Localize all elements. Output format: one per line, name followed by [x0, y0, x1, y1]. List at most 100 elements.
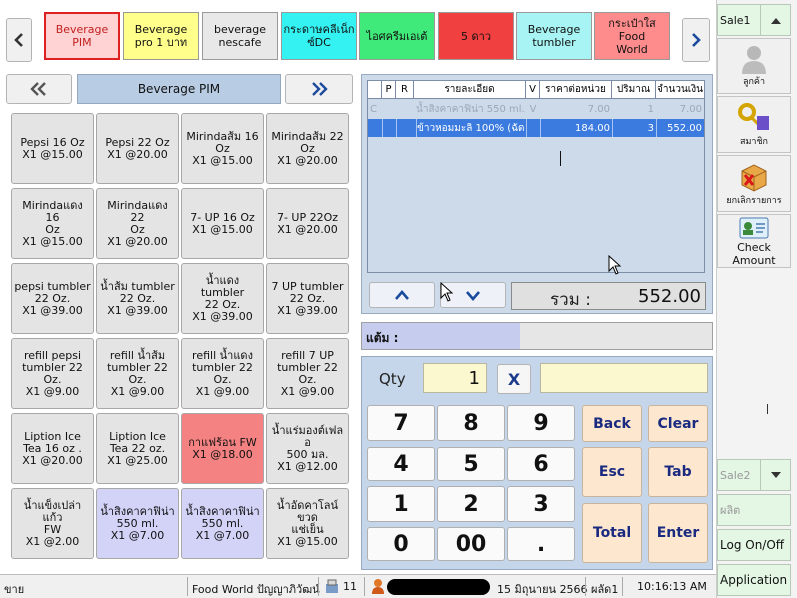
product-button[interactable]: น้ำส้ม tumbler 22 Oz. X1 @39.00 [96, 263, 179, 334]
product-button[interactable]: 7- UP 22Oz X1 @20.00 [266, 188, 349, 259]
product-button[interactable]: ผลิต [717, 494, 791, 526]
order-table-header: P R รายละเอียด V ราคาต่อหน่วย ปริมาณ จำน… [368, 81, 704, 99]
text-cursor [560, 151, 561, 166]
category-button[interactable]: Beverage tumbler [516, 12, 592, 60]
qty-clear-button[interactable]: X [497, 364, 531, 394]
category-prev-button[interactable] [6, 18, 32, 62]
table-cell [382, 119, 396, 137]
keypad-key[interactable]: 2 [437, 486, 505, 522]
product-button[interactable]: Mirindaส้ม 16 Oz X1 @15.00 [181, 113, 264, 184]
product-button[interactable]: refill น้ำแดง tumbler 22 Oz. X1 @9.00 [181, 338, 264, 409]
category-button[interactable]: Beverage PIM [44, 12, 120, 60]
sale1-dropdown-button[interactable] [760, 4, 791, 36]
category-next-button[interactable] [682, 18, 710, 62]
product-button[interactable]: น้ำแดง tumbler 22 Oz. X1 @39.00 [181, 263, 264, 334]
logonoff-button[interactable]: Log On/Off [717, 529, 791, 561]
table-row[interactable]: C น้ำสิงคาคาฟิน่า 550 ml. V 7.00 1 7.00 [368, 100, 704, 118]
keypad-key[interactable]: 6 [507, 447, 575, 481]
category-button[interactable]: ไอศครีมเอเต้ [359, 12, 435, 60]
product-button[interactable]: refill 7 UP tumbler 22 Oz. X1 @9.00 [266, 338, 349, 409]
sale2-dropdown-button[interactable] [760, 459, 791, 491]
keypad-key[interactable]: 1 [367, 486, 435, 522]
product-button[interactable]: 7 UP tumbler 22 Oz. X1 @39.00 [266, 263, 349, 334]
status-divider [187, 577, 188, 596]
clear-button[interactable]: Clear [648, 405, 708, 442]
group-next-button[interactable] [285, 74, 353, 104]
product-button[interactable]: Mirindaแดง 22 Oz X1 @20.00 [96, 188, 179, 259]
points-bar: แต้ม : [361, 322, 713, 350]
category-button[interactable]: beverage nescafe [202, 12, 278, 60]
product-button[interactable]: น้ำอัดคาโลน์ขวด แช่เย็น X1 @15.00 [266, 488, 349, 559]
esc-button[interactable]: Esc [582, 447, 642, 497]
keypad-key[interactable]: 0 [367, 527, 435, 561]
product-button[interactable]: Liption Ice Tea 16 oz . X1 @20.00 [11, 413, 94, 484]
product-button[interactable]: น้ำแข็งเปล่า แก้ว FW X1 @2.00 [11, 488, 94, 559]
status-bar: ขาย Food World ปัญญาภิวัฒน์ 11 15 มิถุนา… [0, 574, 716, 598]
tab-button[interactable]: Tab [648, 447, 708, 497]
qty-value: 1 [468, 367, 480, 389]
box-delete-icon [741, 163, 767, 192]
double-chevron-right-icon [312, 82, 328, 96]
product-button[interactable]: Liption Ice Tea 22 oz. X1 @25.00 [96, 413, 179, 484]
keypad-key[interactable]: 4 [367, 447, 435, 481]
total-button[interactable]: Total [582, 503, 642, 563]
keypad-key[interactable]: 5 [437, 447, 505, 481]
table-cell: 184.00 [540, 119, 610, 137]
product-button[interactable]: กาแฟร้อน FW X1 @18.00 [181, 413, 264, 484]
cancel-item-label: ยกเลิกรายการ [726, 195, 782, 206]
enter-button[interactable]: Enter [648, 503, 708, 563]
back-button[interactable]: Back [582, 405, 642, 442]
product-button[interactable]: น้ำสิงคาคาฟิน่า 550 ml. X1 @7.00 [181, 488, 264, 559]
check-amount-label: Check Amount [732, 241, 776, 267]
product-button[interactable]: Mirindaแดง 16 Oz X1 @15.00 [11, 188, 94, 259]
product-button[interactable]: refill น้ำส้ม tumbler 22 Oz. X1 @9.00 [96, 338, 179, 409]
product-button[interactable]: pepsi tumbler 22 Oz. X1 @39.00 [11, 263, 94, 334]
status-divider [585, 577, 586, 596]
user-icon [372, 579, 384, 594]
person-icon [742, 46, 766, 74]
product-button[interactable]: Pepsi 22 Oz X1 @20.00 [96, 113, 179, 184]
qty-field[interactable]: 1 [423, 363, 487, 393]
keypad-key[interactable]: 9 [507, 405, 575, 441]
check-amount-button[interactable]: Check Amount [717, 214, 791, 268]
cancel-item-button[interactable]: ยกเลิกรายการ [717, 155, 791, 212]
chevron-down-icon [466, 291, 480, 301]
category-button[interactable]: กระดาษคลีเน็ก ซ์DC [281, 12, 357, 60]
barcode-input[interactable] [540, 363, 708, 393]
total-label: รวม : [550, 290, 592, 310]
member-button[interactable]: สมาชิก [717, 96, 791, 153]
status-divider [364, 577, 365, 596]
table-cell: 7.00 [679, 103, 702, 115]
keypad-key[interactable]: 3 [507, 486, 575, 522]
scroll-up-button[interactable] [369, 282, 435, 308]
category-button[interactable]: Beverage pro 1 บาท [123, 12, 199, 60]
user-name-redacted [387, 579, 490, 595]
table-cell [396, 100, 414, 118]
keypad-key[interactable]: 8 [437, 405, 505, 441]
col-amount: จำนวนเงิน [657, 84, 703, 95]
product-button[interactable]: น้ำสิงคาคาฟิน่า 550 ml. X1 @7.00 [96, 488, 179, 559]
category-button[interactable]: 5 ดาว [438, 12, 514, 60]
product-button[interactable]: Pepsi 16 Oz X1 @15.00 [11, 113, 94, 184]
product-button[interactable]: Mirindaส้ม 22 Oz X1 @20.00 [266, 113, 349, 184]
logonoff-label: Log On/Off [720, 538, 785, 552]
product-button[interactable]: refill pepsi tumbler 22 Oz. X1 @9.00 [11, 338, 94, 409]
application-button[interactable]: Application [717, 564, 791, 596]
points-label: แต้ม : [366, 331, 399, 345]
table-cell [396, 119, 414, 137]
product-button[interactable]: น้ำแร่มองต์เฟลอ 500 มล. X1 @12.00 [266, 413, 349, 484]
sale2-label: Sale2 [720, 468, 751, 482]
table-cell: ข้าวหอมมะลิ 100% (ฉัด [416, 119, 526, 137]
keypad-key[interactable]: 00 [437, 527, 505, 561]
chevron-up-icon [395, 290, 409, 300]
keypad-key[interactable]: . [507, 527, 575, 561]
table-cell: 1 [647, 103, 654, 115]
customer-button[interactable]: ลูกค้า [717, 38, 791, 94]
category-button[interactable]: กระเป๋าใส Food World [594, 12, 670, 60]
table-row[interactable]: ข้าวหอมมะลิ 100% (ฉัด 184.00 3 552.00 [368, 119, 704, 137]
group-prev-button[interactable] [6, 74, 72, 104]
status-time: 10:16:13 AM [637, 580, 707, 593]
keypad-key[interactable]: 7 [367, 405, 435, 441]
sale1-label: Sale1 [720, 13, 751, 27]
product-button[interactable]: 7- UP 16 Oz X1 @15.00 [181, 188, 264, 259]
